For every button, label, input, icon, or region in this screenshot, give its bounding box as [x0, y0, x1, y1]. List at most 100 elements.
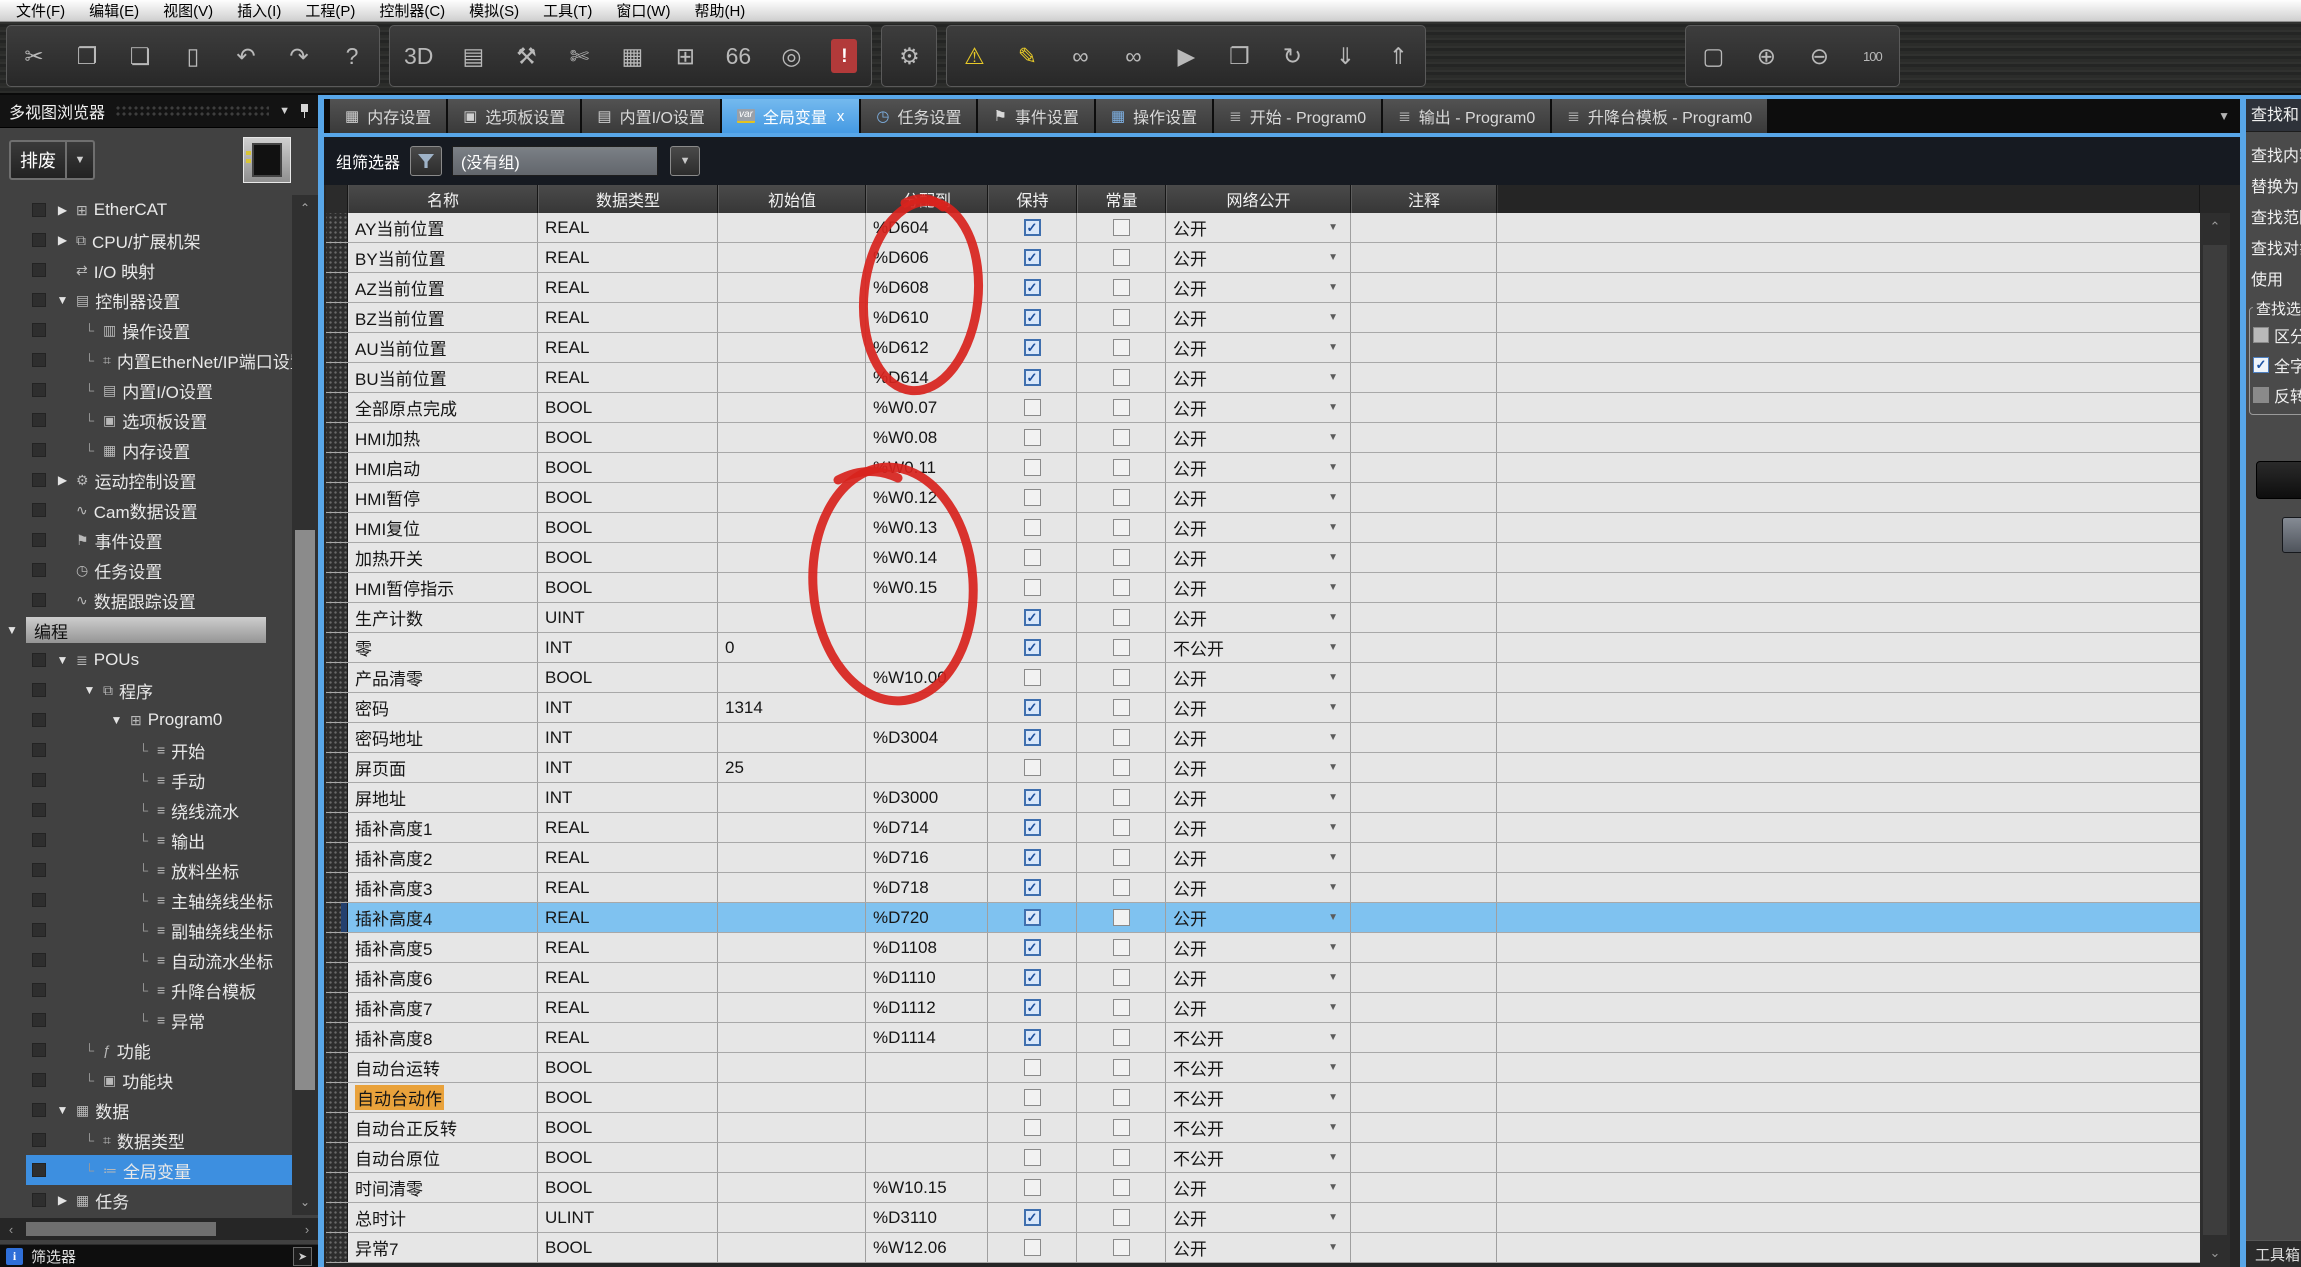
cell-network-publish[interactable]: 公开▼: [1166, 273, 1351, 302]
tab-事件设置[interactable]: ⚑事件设置: [978, 99, 1093, 133]
stop-monitor-icon[interactable]: ∞: [1120, 39, 1146, 73]
row-drag-handle[interactable]: [326, 333, 348, 362]
cell-comment[interactable]: [1351, 903, 1497, 932]
constant-checkbox[interactable]: ✓: [1113, 669, 1130, 686]
cell-name[interactable]: 产品清零: [348, 663, 538, 692]
tree-item-全局变量[interactable]: └≔全局变量: [0, 1155, 292, 1185]
tab-升降台模板 - Program0[interactable]: ≣升降台模板 - Program0: [1552, 99, 1767, 133]
cell-comment[interactable]: [1351, 843, 1497, 872]
cell-name[interactable]: 插补高度7: [348, 993, 538, 1022]
tree-item-I/O 映射[interactable]: ⇄I/O 映射: [0, 255, 292, 285]
constant-checkbox[interactable]: ✓: [1113, 579, 1130, 596]
row-drag-handle[interactable]: [326, 813, 348, 842]
transfer-to-controller-icon[interactable]: ⇓: [1332, 39, 1358, 73]
cell-name[interactable]: 插补高度4: [348, 903, 538, 932]
cell-comment[interactable]: [1351, 423, 1497, 452]
cell-network-publish[interactable]: 不公开▼: [1166, 1053, 1351, 1082]
cell-initial-value[interactable]: [718, 213, 866, 242]
cell-datatype[interactable]: INT: [538, 753, 718, 782]
tree-item-任务[interactable]: ▶▦任务: [0, 1185, 292, 1215]
cell-name[interactable]: 插补高度1: [348, 813, 538, 842]
cell-initial-value[interactable]: [718, 513, 866, 542]
retain-checkbox[interactable]: ✓: [1024, 909, 1041, 926]
redo-icon[interactable]: ↷: [286, 39, 312, 73]
row-drag-handle[interactable]: [326, 513, 348, 542]
row-drag-handle[interactable]: [326, 1053, 348, 1082]
table-row[interactable]: HMI启动BOOL%W0.11✓✓公开▼: [326, 453, 2200, 483]
cell-at-address[interactable]: %D3000: [866, 783, 988, 812]
retain-checkbox[interactable]: ✓: [1024, 1149, 1041, 1166]
watch-window-icon[interactable]: ▦: [619, 39, 645, 73]
cell-datatype[interactable]: REAL: [538, 333, 718, 362]
constant-checkbox[interactable]: ✓: [1113, 1149, 1130, 1166]
cell-name[interactable]: 零: [348, 633, 538, 662]
cell-name[interactable]: 插补高度3: [348, 873, 538, 902]
cell-datatype[interactable]: REAL: [538, 363, 718, 392]
cell-at-address[interactable]: %D1112: [866, 993, 988, 1022]
table-row[interactable]: 加热开关BOOL%W0.14✓✓公开▼: [326, 543, 2200, 573]
row-drag-handle[interactable]: [326, 1173, 348, 1202]
table-row[interactable]: 自动台正反转BOOL✓✓不公开▼: [326, 1113, 2200, 1143]
cell-comment[interactable]: [1351, 393, 1497, 422]
retain-checkbox[interactable]: ✓: [1024, 249, 1041, 266]
cell-initial-value[interactable]: [718, 1023, 866, 1052]
row-drag-handle[interactable]: [326, 423, 348, 452]
tree-item-Cam数据设置[interactable]: ∿Cam数据设置: [0, 495, 292, 525]
chevron-right-icon[interactable]: ▶: [55, 1193, 70, 1207]
retain-checkbox[interactable]: ✓: [1024, 819, 1041, 836]
cell-network-publish[interactable]: 不公开▼: [1166, 1143, 1351, 1172]
retain-checkbox[interactable]: ✓: [1024, 1179, 1041, 1196]
cell-at-address[interactable]: %W0.15: [866, 573, 988, 602]
retain-checkbox[interactable]: ✓: [1024, 1119, 1041, 1136]
cell-network-publish[interactable]: 公开▼: [1166, 423, 1351, 452]
cell-datatype[interactable]: BOOL: [538, 1083, 718, 1112]
tree-item-升降台模板[interactable]: └≡升降台模板: [0, 975, 292, 1005]
constant-checkbox[interactable]: ✓: [1113, 849, 1130, 866]
cell-initial-value[interactable]: [718, 813, 866, 842]
cell-network-publish[interactable]: 公开▼: [1166, 1233, 1351, 1262]
cell-name[interactable]: 插补高度6: [348, 963, 538, 992]
cell-datatype[interactable]: ULINT: [538, 1203, 718, 1232]
retain-checkbox[interactable]: ✓: [1024, 609, 1041, 626]
menu-item[interactable]: 编辑(E): [77, 0, 151, 21]
cell-at-address[interactable]: [866, 1083, 988, 1112]
row-drag-handle[interactable]: [326, 1203, 348, 1232]
table-row[interactable]: 插补高度7REAL%D1112✓✓公开▼: [326, 993, 2200, 1023]
table-row[interactable]: BU当前位置REAL%D614✓✓公开▼: [326, 363, 2200, 393]
cell-name[interactable]: HMI复位: [348, 513, 538, 542]
cell-at-address[interactable]: %W10.00: [866, 663, 988, 692]
cell-datatype[interactable]: INT: [538, 693, 718, 722]
cell-at-address[interactable]: [866, 693, 988, 722]
tab-选项板设置[interactable]: ▣选项板设置: [448, 99, 580, 133]
retain-checkbox[interactable]: ✓: [1024, 699, 1041, 716]
constant-checkbox[interactable]: ✓: [1113, 1239, 1130, 1256]
option-checkbox[interactable]: ✓: [2253, 357, 2269, 373]
table-row[interactable]: 自动台运转BOOL✓✓不公开▼: [326, 1053, 2200, 1083]
table-row[interactable]: 密码INT1314✓✓公开▼: [326, 693, 2200, 723]
constant-checkbox[interactable]: ✓: [1113, 879, 1130, 896]
chevron-down-icon[interactable]: ▼: [82, 683, 97, 697]
cell-network-publish[interactable]: 公开▼: [1166, 303, 1351, 332]
scroll-up-icon[interactable]: ⌃: [292, 195, 318, 221]
cell-at-address[interactable]: %W0.11: [866, 453, 988, 482]
constant-checkbox[interactable]: ✓: [1113, 609, 1130, 626]
cell-initial-value[interactable]: [718, 873, 866, 902]
paste-icon[interactable]: ❏: [127, 39, 153, 73]
cell-comment[interactable]: [1351, 693, 1497, 722]
cell-datatype[interactable]: REAL: [538, 243, 718, 272]
cell-network-publish[interactable]: 不公开▼: [1166, 1023, 1351, 1052]
cell-initial-value[interactable]: [718, 573, 866, 602]
option-checkbox[interactable]: ✓: [2253, 327, 2269, 343]
cell-at-address[interactable]: %D3004: [866, 723, 988, 752]
cell-comment[interactable]: [1351, 1083, 1497, 1112]
menu-item[interactable]: 文件(F): [4, 0, 77, 21]
cell-initial-value[interactable]: [718, 1233, 866, 1262]
cell-name[interactable]: 全部原点完成: [348, 393, 538, 422]
tree-item-输出[interactable]: └≡输出: [0, 825, 292, 855]
delete-icon[interactable]: ▯: [180, 39, 206, 73]
row-drag-handle[interactable]: [326, 273, 348, 302]
cell-initial-value[interactable]: [718, 303, 866, 332]
cell-network-publish[interactable]: 公开▼: [1166, 483, 1351, 512]
cell-at-address[interactable]: %D606: [866, 243, 988, 272]
cell-initial-value[interactable]: [718, 783, 866, 812]
